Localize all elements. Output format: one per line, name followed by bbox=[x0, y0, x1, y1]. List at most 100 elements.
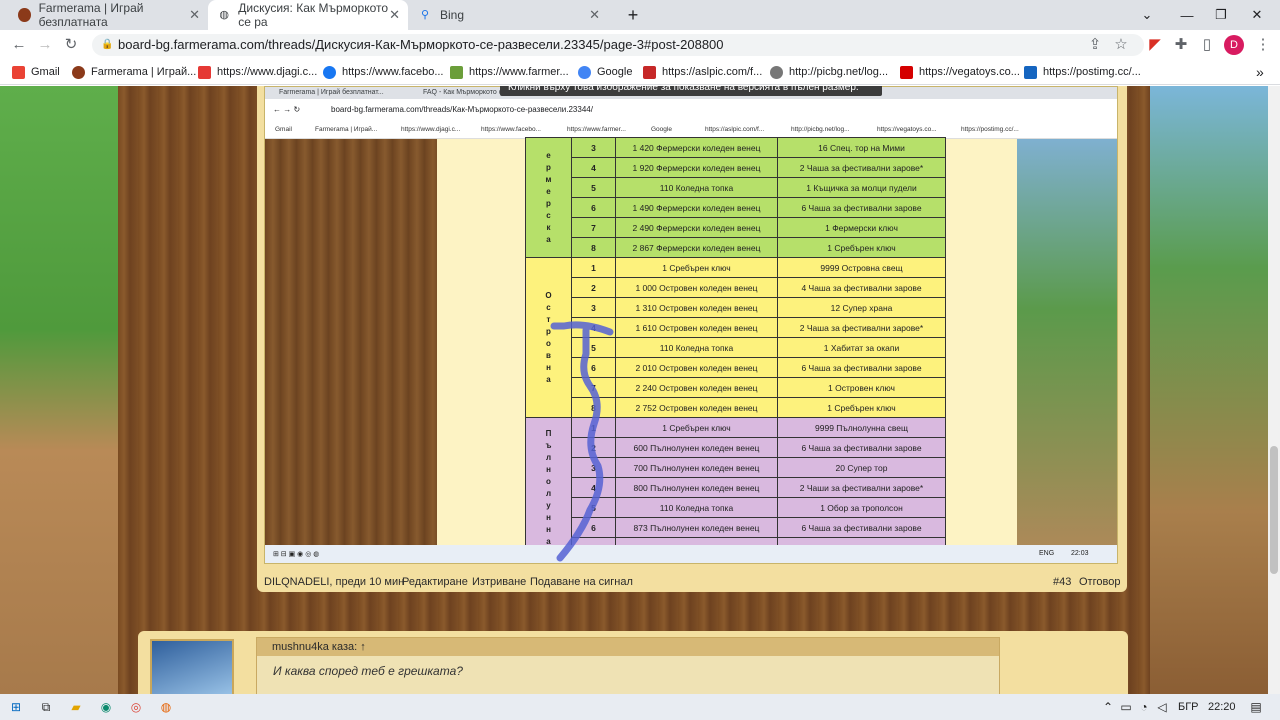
level-cell: 3 bbox=[571, 137, 616, 158]
inner-game-scene bbox=[1017, 139, 1117, 563]
reload-icon[interactable]: ↻ bbox=[60, 35, 82, 55]
quote-text: И каква според теб е грешката? bbox=[273, 664, 463, 678]
edge-icon[interactable]: ◉ bbox=[98, 699, 114, 715]
file-explorer-icon[interactable]: ▰ bbox=[68, 699, 84, 715]
table-row: 31 310 Островен коледен венец 12 Супер хр… bbox=[526, 297, 946, 318]
vegatoys-icon bbox=[900, 65, 913, 79]
back-arrow-icon[interactable]: ← bbox=[8, 35, 30, 55]
share-icon[interactable]: ⇪ bbox=[1084, 35, 1106, 55]
battery-icon[interactable]: ▭ bbox=[1118, 699, 1134, 715]
pdf-extension-icon[interactable]: ◤ bbox=[1144, 35, 1166, 55]
post-screenshot-image[interactable]: Farmerama | Играй безплатнат... FAQ - Ка… bbox=[264, 86, 1118, 564]
user-avatar[interactable] bbox=[150, 639, 234, 694]
task-view-icon[interactable]: ⧉ bbox=[38, 699, 54, 715]
close-tab-icon[interactable]: ✕ bbox=[189, 7, 200, 23]
notifications-icon[interactable]: ▤ bbox=[1248, 699, 1264, 715]
google-icon bbox=[578, 65, 591, 79]
toolbar: ← → ↻ 🔒 board-bg.farmerama.com/threads/Д… bbox=[0, 30, 1280, 60]
quote-author[interactable]: mushnu4ka каза: ↑ bbox=[257, 638, 999, 656]
volume-icon[interactable]: ◁ bbox=[1154, 699, 1170, 715]
bookmark-vegatoys[interactable]: https://vegatoys.co... bbox=[900, 64, 1020, 80]
level-cell: 4 bbox=[571, 157, 616, 178]
profile-avatar[interactable]: D bbox=[1224, 35, 1244, 55]
chrome-icon[interactable]: ◎ bbox=[128, 699, 144, 715]
inner-start-icon: ⊞ ⊟ ▣ ◉ ◎ ◍ bbox=[273, 551, 320, 558]
star-icon[interactable]: ☆ bbox=[1110, 35, 1132, 55]
level-cell: 5 bbox=[571, 177, 616, 198]
close-tab-icon[interactable]: ✕ bbox=[589, 7, 600, 23]
reply-link[interactable]: Отговор bbox=[1079, 576, 1120, 588]
table-row: 21 000 Островен коледен венец 4 Чаша за ф… bbox=[526, 277, 946, 298]
bookmark-farmer[interactable]: https://www.farmer... bbox=[450, 64, 569, 80]
level-cell: 7 bbox=[571, 377, 616, 398]
network-icon[interactable]: ◔ bbox=[1136, 699, 1152, 715]
level-cell: 3 bbox=[571, 297, 616, 318]
tab-discussion[interactable]: ◍ Дискусия: Как Мърморкото се ра ✕ bbox=[208, 0, 408, 30]
menu-dots-icon[interactable]: ⋮ bbox=[1252, 35, 1274, 55]
table-row: Пълнолунна11 Сребърен ключ 9999 Пълнолунн… bbox=[525, 417, 946, 558]
reward-cell: 6 Чаша за фестивални зарове bbox=[777, 357, 946, 378]
close-window-button[interactable]: ✕ bbox=[1234, 0, 1280, 30]
bookmark-facebook[interactable]: https://www.facebo... bbox=[323, 64, 444, 80]
tab-farmerama[interactable]: Farmerama | Играй безплатната ✕ bbox=[8, 0, 208, 30]
cost-cell: 1 Сребърен ключ bbox=[615, 257, 778, 278]
bookmark-picbg[interactable]: http://picbg.net/log... bbox=[770, 64, 888, 80]
windows-start-icon[interactable]: ⊞ bbox=[8, 699, 24, 715]
post-meta-bar: DILQNADELI, преди 10 мин Редактиране Изт… bbox=[264, 576, 1124, 590]
bookmark-djagi[interactable]: https://www.djagi.c... bbox=[198, 64, 317, 80]
side-panel-icon[interactable]: ▯ bbox=[1196, 35, 1218, 55]
table-row: 2 600 Пълнолунен коледен венец 6 Чаша за ф… bbox=[526, 437, 946, 458]
reward-cell: 1 Сребърен ключ bbox=[777, 397, 946, 418]
forward-arrow-icon[interactable]: → bbox=[34, 35, 56, 55]
new-tab-button[interactable]: + bbox=[610, 0, 656, 30]
cost-cell: 1 000 Островен коледен венец bbox=[615, 277, 778, 298]
tab-bing[interactable]: ⚲ Bing ✕ bbox=[408, 0, 608, 30]
browser-tab-bar: Farmerama | Играй безплатната ✕ ◍ Дискус… bbox=[0, 0, 1280, 30]
table-row: 5 110 Коледна топка 1 Обор за трополсон bbox=[526, 497, 946, 518]
inner-address-bar: ← → ↻ board-bg.farmerama.com/threads/Как… bbox=[265, 99, 1117, 121]
bookmark-aslpic[interactable]: https://aslpic.com/f... bbox=[643, 64, 762, 80]
rewards-table: ермерска31 420 Фермерски коледен венец 16… bbox=[525, 137, 946, 558]
reward-cell: 9999 Островна свещ bbox=[777, 257, 946, 278]
page-content: Farmerama | Играй безплатнат... FAQ - Ка… bbox=[0, 86, 1268, 694]
report-link[interactable]: Подаване на сигнал bbox=[530, 576, 633, 588]
page-scrollbar[interactable] bbox=[1268, 86, 1280, 694]
close-tab-icon[interactable]: ✕ bbox=[389, 7, 400, 23]
bookmark-farmerama[interactable]: Farmerama | Играй... bbox=[72, 64, 196, 80]
reward-cell: 6 Чаша за фестивални зарове bbox=[777, 437, 946, 458]
reward-cell: 9999 Пълнолунна свещ bbox=[777, 417, 946, 438]
edit-link[interactable]: Редактиране bbox=[402, 576, 468, 588]
post-author-time[interactable]: DILQNADELI, преди 10 мин bbox=[264, 576, 404, 588]
scrollbar-thumb[interactable] bbox=[1270, 446, 1278, 574]
tray-chevron-icon[interactable]: ⌃ bbox=[1100, 699, 1116, 715]
cost-cell: 1 610 Островен коледен венец bbox=[615, 317, 778, 338]
game-scene-left bbox=[0, 86, 122, 694]
more-bookmarks-icon[interactable]: » bbox=[1256, 64, 1264, 80]
cost-cell: 1 Сребърен ключ bbox=[615, 417, 778, 438]
aslpic-icon bbox=[643, 65, 656, 79]
post-number-link[interactable]: #43 bbox=[1053, 576, 1071, 588]
taskbar-clock[interactable]: 22:20 bbox=[1208, 701, 1236, 713]
table-row: 72 490 Фермерски коледен венец 1 Фермерск… bbox=[526, 217, 946, 238]
cost-cell: 1 420 Фермерски коледен венец bbox=[615, 137, 778, 158]
delete-link[interactable]: Изтриване bbox=[472, 576, 526, 588]
level-cell: 4 bbox=[571, 477, 616, 498]
reward-cell: 16 Спец. тор на Мими bbox=[777, 137, 946, 158]
level-cell: 5 bbox=[571, 337, 616, 358]
extensions-puzzle-icon[interactable]: ✚ bbox=[1170, 35, 1192, 55]
cost-cell: 1 920 Фермерски коледен венец bbox=[615, 157, 778, 178]
level-cell: 8 bbox=[571, 397, 616, 418]
bookmark-google[interactable]: Google bbox=[578, 64, 632, 80]
reward-cell: 1 Островен ключ bbox=[777, 377, 946, 398]
address-bar[interactable]: 🔒 board-bg.farmerama.com/threads/Дискуси… bbox=[92, 34, 1144, 56]
reward-cell: 1 Обор за трополсон bbox=[777, 497, 946, 518]
bookmark-postimg[interactable]: https://postimg.cc/... bbox=[1024, 64, 1141, 80]
inner-taskbar: ⊞ ⊟ ▣ ◉ ◎ ◍ ENG 22:03 bbox=[265, 545, 1117, 563]
input-language[interactable]: БГР bbox=[1178, 701, 1199, 713]
region-label: ермерска bbox=[525, 137, 572, 258]
table-row: 82 867 Фермерски коледен венец 1 Сребърен… bbox=[526, 237, 946, 258]
firefox-icon[interactable]: ◍ bbox=[158, 699, 174, 715]
reward-cell: 1 Хабитат за окапи bbox=[777, 337, 946, 358]
reward-cell: 2 Чаша за фестивални зарове* bbox=[777, 157, 946, 178]
bookmark-gmail[interactable]: Gmail bbox=[12, 64, 60, 80]
